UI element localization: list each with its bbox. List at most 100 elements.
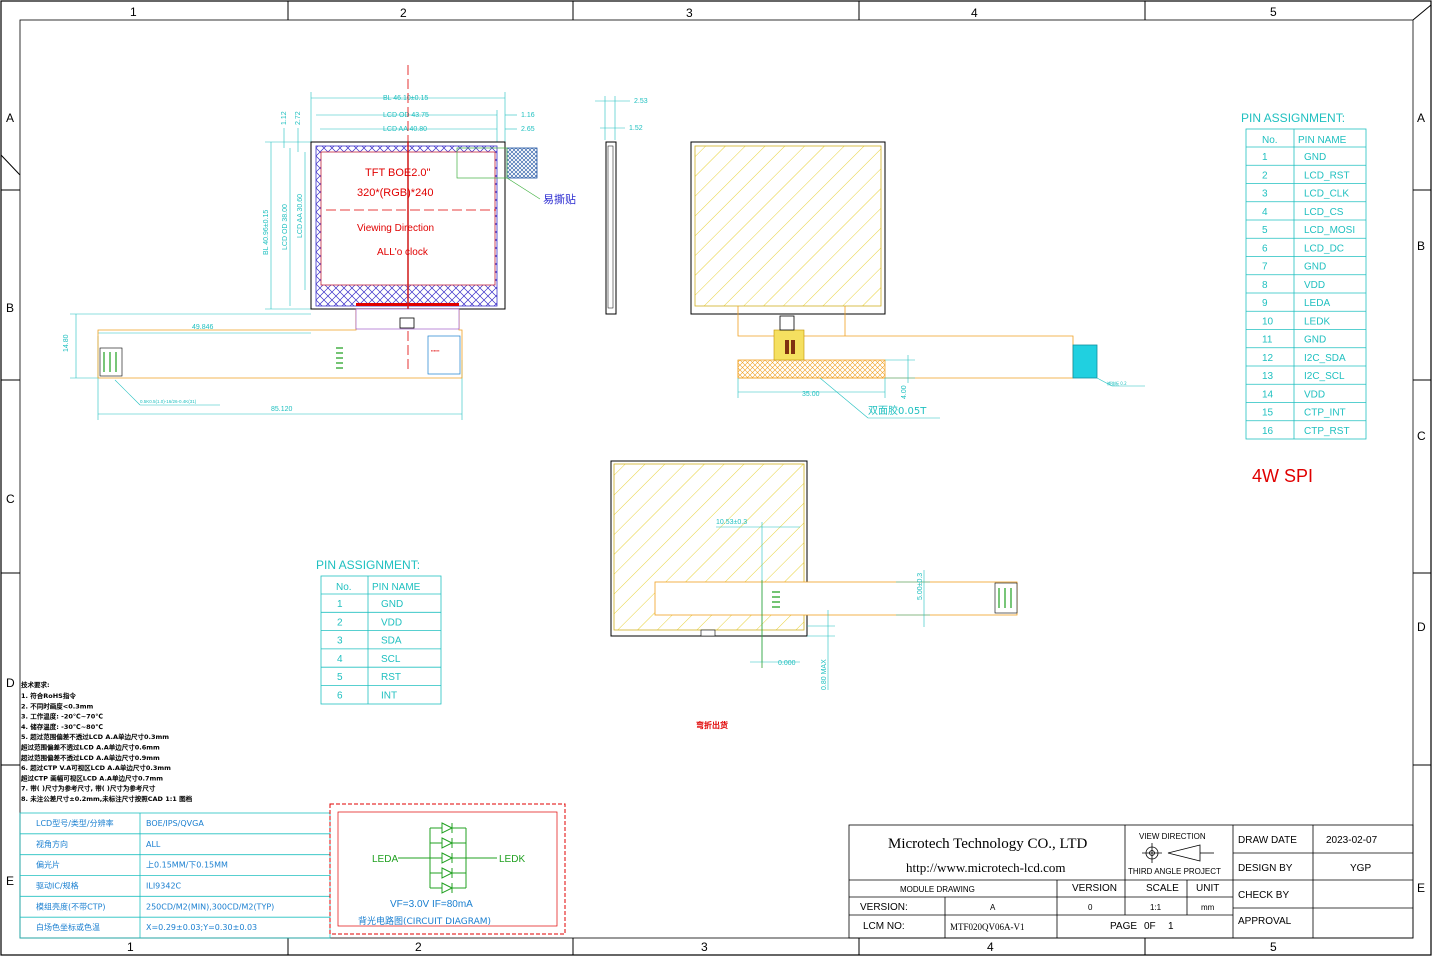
diode [441,852,454,864]
dim-1-12: 1.12 [281,111,288,125]
pin-name: INT [381,691,397,702]
version-value: A [990,903,996,912]
col-label: 3 [686,6,693,20]
note-line: 6. 超过CTP V.A可视区LCD A.A单边尺寸0.3mm [21,763,171,772]
pin-name: GND [1304,335,1326,346]
pin-number: 4 [1262,207,1268,218]
pin-name: VDD [1304,280,1325,291]
pin-name: VDD [1304,389,1325,400]
pin-number: 11 [1262,335,1273,346]
scale-header: SCALE [1146,883,1179,894]
note-line: 超过范围偏差不透过LCD A.A单边尺寸0.6mm [20,743,160,752]
pin-number: 5 [337,672,343,683]
row-label: D [6,676,15,690]
spec-label: 视角方向 [36,839,68,849]
dim-5: 5.00±0.3 [917,573,924,600]
pin-number: 1 [337,599,343,610]
dim-od-height: LCD OD 38.00 [282,204,289,250]
page-label: PAGE [1110,921,1137,932]
pin-number: 3 [1262,189,1268,200]
spec-value: ALL [146,840,161,849]
version-label: VERSION: [860,902,908,913]
side-view: 2.53 1.52 [595,96,648,315]
col-label: 2 [400,6,407,20]
note-line: 超过范围偏差不透过LCD A.A单边尺寸0.9mm [20,753,160,762]
spec-value: 250CD/M2(MIN),300CD/M2(TYP) [146,902,274,911]
resolution-label: 320*(RGB)*240 [357,187,433,199]
circuit-params: VF=3.0V IF=80mA [390,899,473,910]
front-view: BL 46.10±0.15 LCD OD 43.75 LCD AA 40.80 … [63,65,576,420]
note-line: 1. 符合RoHS指令 [21,691,76,700]
dim-2-72: 2.72 [295,111,302,125]
pin-number: 6 [1262,243,1268,254]
version-number: 0 [1088,903,1093,912]
pin-number: 2 [337,617,343,628]
dim-fpc-height: 14.80 [63,334,70,352]
pin-name: GND [1304,262,1326,273]
dim-bl-height: BL 40.96±0.15 [263,210,270,255]
diode [441,837,454,849]
col-label: 5 [1270,5,1277,19]
engineering-drawing: 1 2 3 4 5 1 2 3 4 5 A B C D E A B C D E [0,0,1432,956]
folded-view: 10.53±0.3 5.00±0.3 0.000 0.80 MAX 弯折出货 [610,460,1018,730]
pin-table-title: PIN ASSIGNMENT: [316,558,420,572]
pin-header-no: No. [1262,135,1278,146]
note-line: 5. 超过范围偏差不透过LCD A.A单边尺寸0.3mm [21,732,169,741]
pin-name: I2C_SCL [1304,371,1345,382]
interface-label: 4W SPI [1252,466,1313,486]
pin-number: 9 [1262,298,1268,309]
col-label: 4 [971,6,978,20]
pin-number: 7 [1262,262,1268,273]
tape-label: 易撕贴 [543,192,576,206]
pin-name: SCL [381,654,401,665]
dim-bl-width: BL 46.10±0.15 [383,95,428,102]
pin-number: 12 [1262,353,1274,364]
note-line: 4. 储存温度: -30℃~80℃ [21,722,103,731]
connector-note: 0.5K0.5(1.0)-16/26-0.4K(31) [140,399,197,404]
pin-table-6: PIN ASSIGNMENT: No. PIN NAME 1 GND 2 VDD 3 SD… [316,558,442,705]
spec-value: X=0.29±0.03;Y=0.30±0.03 [146,923,257,932]
spec-value: 上0.15MM/下0.15MM [146,861,228,870]
note-line: 3. 工作温度: -20℃~70℃ [21,712,103,721]
pin-name: I2C_SDA [1304,353,1346,364]
note-line: 8. 未注公差尺寸±0.2mm,未标注尺寸按照CAD 1:1 图档 [21,794,193,803]
col-label: 1 [130,5,137,19]
dim-2-65: 2.65 [521,126,535,133]
dim-aa-height: LCD AA 30.60 [297,194,304,238]
dim-0-8-max: 0.80 MAX [821,659,828,690]
row-label: E [6,874,14,888]
unit-value: mm [1201,903,1215,912]
pin-name: CTP_RST [1304,426,1350,437]
pin-table-title: PIN ASSIGNMENT: [1241,111,1345,125]
row-label: B [6,301,14,315]
pin-name: GND [381,599,403,610]
pin-header-no: No. [336,582,352,593]
pin-name: LCD_DC [1304,243,1344,254]
note-line: 2. 不同时画度<0.3mm [21,701,93,710]
row-label: E [1417,881,1425,895]
circuit-caption: 背光电路图(CIRCUIT DIAGRAM) [358,915,491,927]
leda-label: LEDA [372,854,398,865]
row-label: A [1417,111,1425,125]
dim-zero: 0.000 [778,660,796,667]
pin-number: 15 [1262,408,1274,419]
pin-name: GND [1304,152,1326,163]
pin-name: RST [381,672,401,683]
pin-table-16: PIN ASSIGNMENT: No. PIN NAME 1 GND 2 LCD_RS… [1241,111,1367,486]
lcm-label: LCM NO: [863,921,905,932]
draw-date-label: DRAW DATE [1238,835,1297,846]
spec-label: 白场色坐标或色温 [36,922,100,932]
spec-label: LCD型号/类型/分辨率 [36,818,114,828]
module-drawing-label: MODULE DRAWING [900,885,975,894]
spec-label: 模组亮度(不带CTP) [36,901,106,911]
pin-name: CTP_INT [1304,408,1346,419]
pin-name: LCD_CLK [1304,189,1349,200]
pin-number: 1 [1262,152,1268,163]
pin-header-name: PIN NAME [1298,135,1347,146]
unit-header: UNIT [1196,883,1219,894]
tape-thickness: 双面胶0.05T [868,404,927,417]
pin-name: SDA [381,636,402,647]
company-url: http://www.microtech-lcd.com [906,860,1065,875]
col-label: 4 [987,940,994,954]
spec-value: BOE/IPS/QVGA [146,819,204,828]
